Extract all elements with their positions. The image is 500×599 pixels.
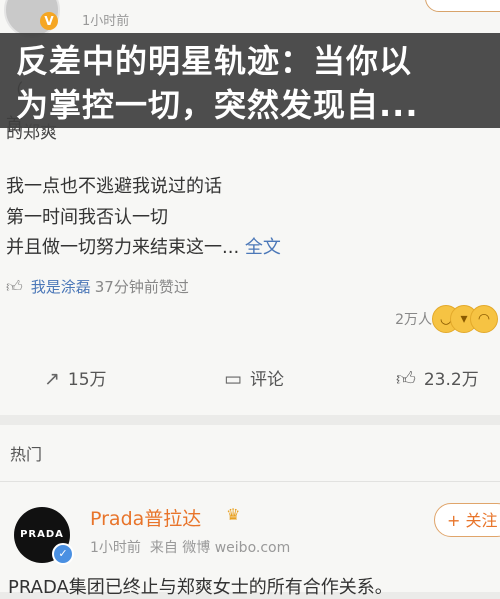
liked-by-row: 👍︎ 我是涂磊 37分钟前赞过 (6, 276, 189, 298)
action-bar: ↗ 15万 ▭ 评论 👍︎ 23.2万 (0, 355, 500, 403)
post-text-partial: 的郑爽 (6, 123, 57, 143)
hot-section-label: 热门 (10, 445, 43, 464)
crown-icon: ♛ (226, 505, 241, 524)
divider (0, 481, 500, 482)
thumbs-up-icon: 👍︎ (6, 277, 23, 296)
comment-button[interactable]: ▭ 评论 (224, 365, 284, 390)
post-text-line: 第一时间我否认一切 (6, 207, 168, 228)
headline-line-2: 为掌控一切，突然发现自... (16, 86, 419, 124)
repost-icon: ↗ (44, 368, 60, 390)
weibo-post-card: V 1小时前 （ 首 反差中的明星轨迹：当你以 为掌控一切，突然发现自... 的… (0, 0, 500, 415)
verified-badge-icon: ✓ (52, 543, 74, 565)
hot-comments-card: 热门 PRADA ✓ Prada普拉达 ♛ 1小时前 来自 微博 weibo.c… (0, 425, 500, 598)
liker-time: 37分钟前赞过 (94, 278, 189, 296)
follow-button[interactable]: + 关注 (434, 503, 500, 537)
repost-button[interactable]: ↗ 15万 (44, 365, 107, 390)
liker-name-link[interactable]: 我是涂磊 (31, 278, 91, 296)
post-time: 1小时前 (82, 14, 130, 29)
emoji-laugh-icon: ◠ (470, 305, 498, 333)
comment-source: 来自 微博 weibo.com (149, 540, 291, 556)
comment-icon: ▭ (224, 368, 242, 390)
headline-banner: 反差中的明星轨迹：当你以 为掌控一切，突然发现自... (0, 33, 500, 128)
comment-time: 1小时前 (90, 540, 141, 556)
follow-button[interactable] (425, 0, 500, 12)
headline-line-1: 反差中的明星轨迹：当你以 (16, 42, 413, 80)
reaction-count: 2万人 (395, 312, 432, 328)
like-count: 23.2万 (423, 370, 479, 390)
comment-label: 评论 (249, 370, 284, 390)
post-text-line: 我一点也不逃避我说过的话 (6, 176, 222, 197)
comment-text: PRADA集团已终止与郑爽女士的所有合作关系。 (8, 577, 393, 598)
comment-meta: 1小时前 来自 微博 weibo.com (90, 537, 290, 557)
verified-badge-icon: V (40, 12, 58, 30)
full-text-link[interactable]: 全文 (245, 237, 281, 258)
thumbs-up-icon: 👍︎ (396, 368, 416, 390)
repost-count: 15万 (67, 370, 107, 390)
commenter-name[interactable]: Prada普拉达 (90, 504, 201, 531)
post-text-line: 并且做一切努力来结束这一... 全文 (6, 237, 281, 258)
like-button[interactable]: 👍︎ 23.2万 (396, 365, 479, 391)
